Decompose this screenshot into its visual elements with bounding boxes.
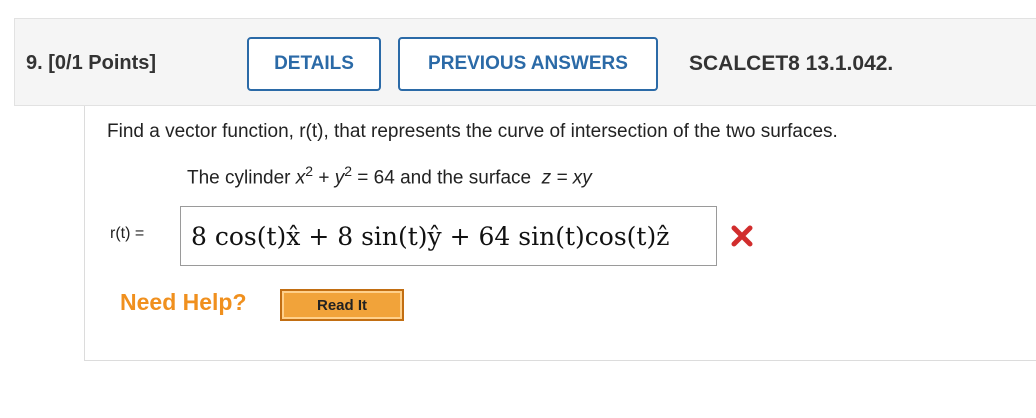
details-button[interactable]: DETAILS [247, 37, 381, 91]
previous-answers-button[interactable]: PREVIOUS ANSWERS [398, 37, 658, 91]
question-prompt: Find a vector function, r(t), that repre… [107, 121, 838, 142]
surface-equation: z = xy [541, 167, 592, 189]
surfaces-description: The cylinder x2 + y2 = 64 and the surfac… [187, 163, 592, 189]
answer-input[interactable]: 8 cos(t)x̂ + 8 sin(t)ŷ + 64 sin(t)cos(t)… [180, 206, 717, 266]
need-help-label: Need Help? [120, 289, 247, 315]
incorrect-x-icon [731, 225, 753, 247]
answer-label: r(t) = [110, 225, 145, 242]
answer-value: 8 cos(t)x̂ + 8 sin(t)ŷ + 64 sin(t)cos(t)… [191, 221, 670, 251]
surfaces-rhs: = 64 and the surface [352, 167, 537, 189]
question-code: SCALCET8 13.1.042. [689, 52, 894, 75]
question-number-points: 9. [0/1 Points] [26, 52, 157, 74]
read-it-button[interactable]: Read It [280, 289, 404, 321]
surfaces-lead: The cylinder [187, 167, 296, 189]
